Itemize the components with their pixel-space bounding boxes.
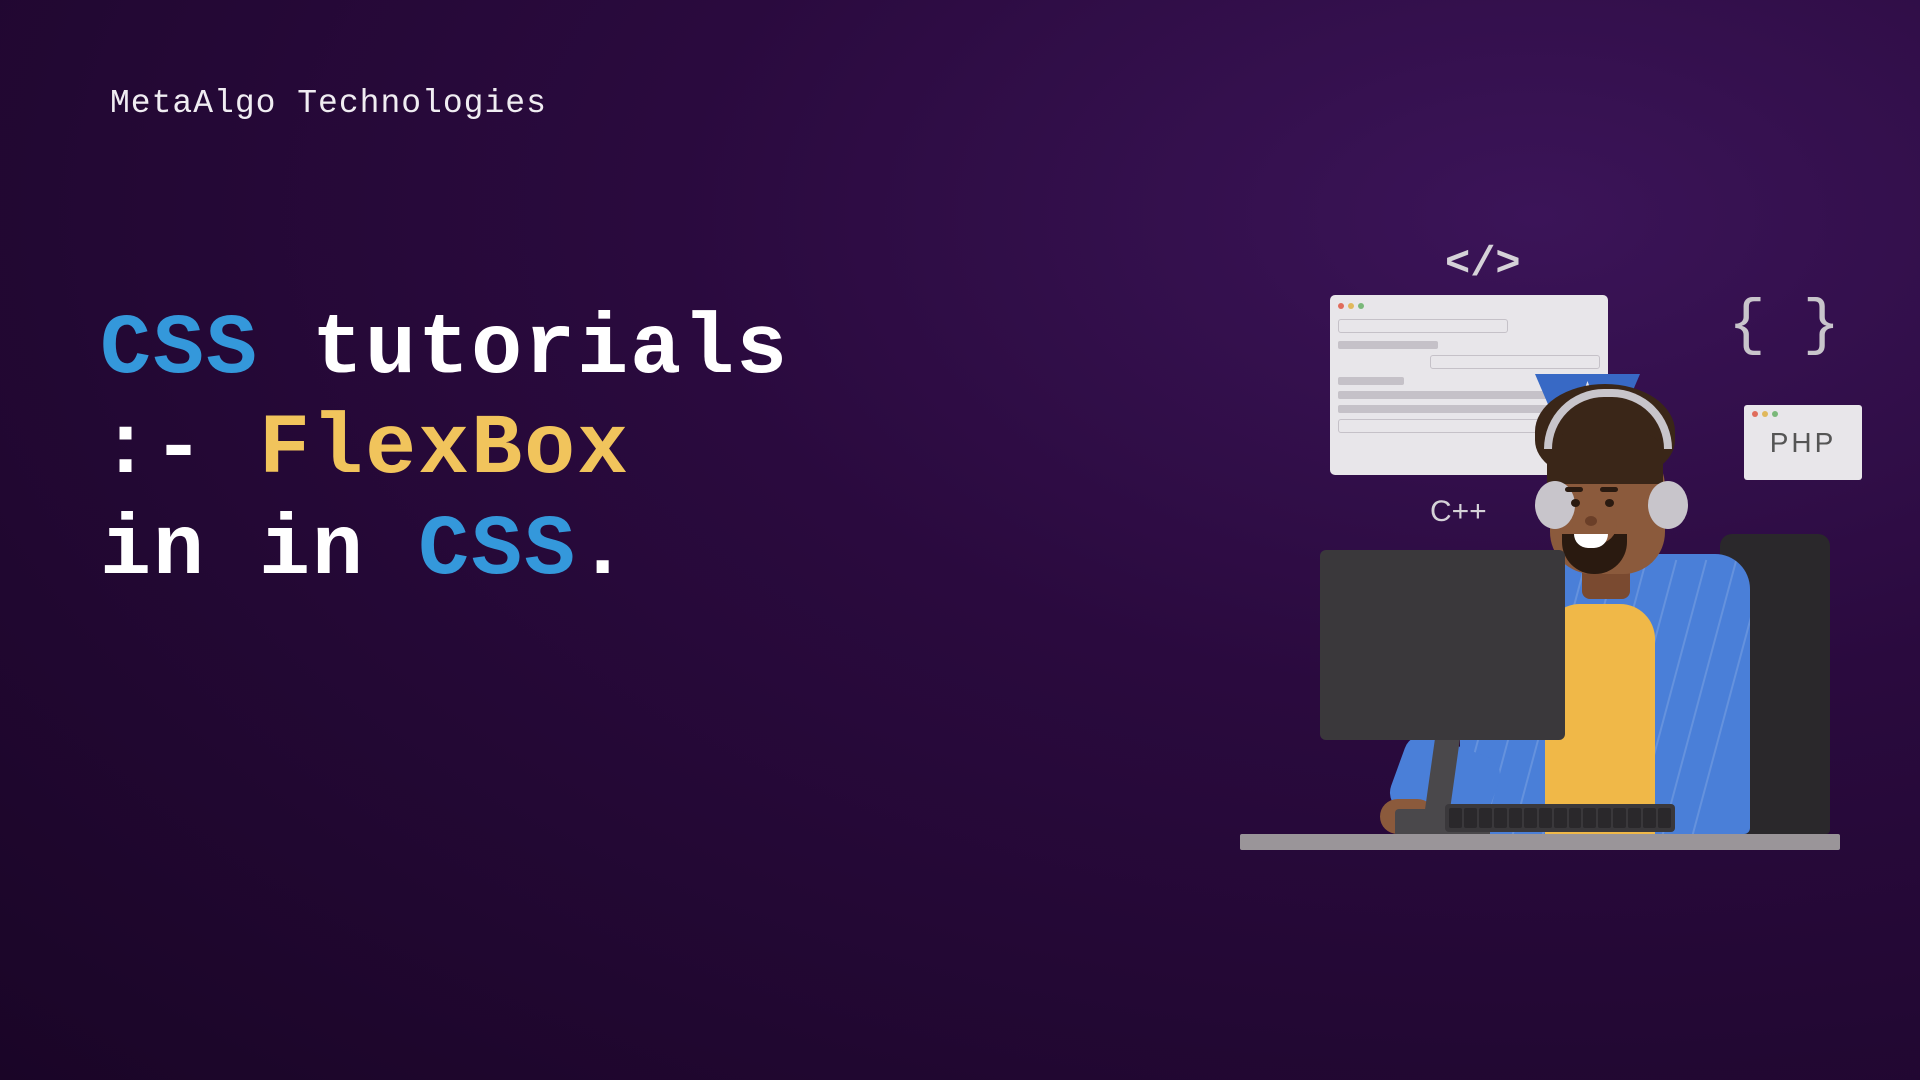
- desk-graphic: [1240, 834, 1840, 850]
- window-controls-icon: [1338, 303, 1600, 309]
- brand-label: MetaAlgo Technologies: [110, 85, 547, 122]
- code-tag-icon: </>: [1445, 240, 1521, 288]
- page-title: CSS tutorials :- FlexBox in in CSS.: [100, 300, 789, 601]
- title-word-period: .: [577, 502, 630, 599]
- keyboard-graphic: [1445, 804, 1675, 832]
- brace-icon: { }: [1728, 290, 1840, 361]
- title-word-tutorials: tutorials: [312, 301, 789, 398]
- title-word-in1: in: [100, 502, 206, 599]
- title-word-css: CSS: [100, 301, 259, 398]
- title-word-in2: in: [259, 502, 365, 599]
- title-word-colon: :-: [100, 401, 206, 498]
- title-word-css2: CSS: [418, 502, 577, 599]
- hero-illustration: </> { } C++ PHP: [1220, 220, 1840, 860]
- title-word-flexbox: FlexBox: [259, 401, 630, 498]
- monitor-graphic: [1320, 550, 1565, 740]
